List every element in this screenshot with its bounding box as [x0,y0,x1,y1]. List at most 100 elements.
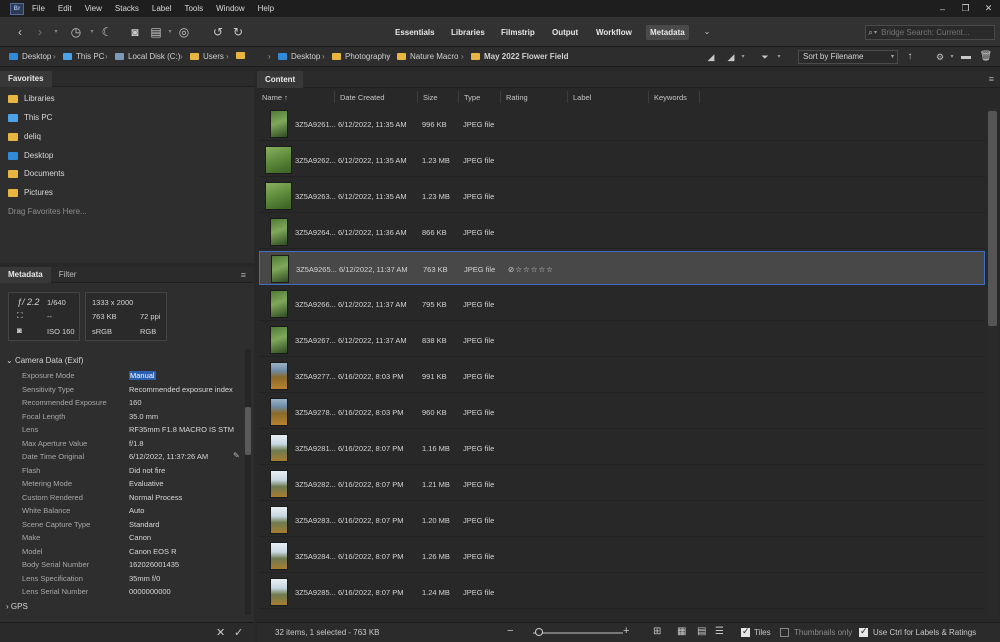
forward-icon[interactable]: › [32,25,48,39]
cancel-icon[interactable]: ✕ [216,626,225,639]
file-thumbnail[interactable] [269,398,288,426]
tab-favorites[interactable]: Favorites [0,70,52,87]
tiles-checkbox[interactable] [741,626,750,637]
thumbnails-only-checkbox[interactable] [780,628,789,637]
metadata-value[interactable]: Standard [129,520,159,529]
metadata-scrollbar-track[interactable] [245,349,251,615]
crumb-hidden-folder[interactable] [236,52,249,59]
file-thumbnail[interactable] [269,362,288,390]
list-thumb-view-icon[interactable]: ▤ [697,626,706,637]
panel-menu-icon[interactable]: ≡ [989,74,994,84]
file-thumbnail[interactable] [269,578,288,606]
minimize-button[interactable]: – [931,0,954,17]
col-size[interactable]: Size [423,93,438,102]
file-thumbnail[interactable] [269,218,288,246]
file-row[interactable]: 3Z5A9281... 6/16/2022, 8:07 PM 1.16 MB JPEG… [259,431,985,465]
file-row[interactable]: 3Z5A9265... 6/12/2022, 11:37 AM 763 KB JPEG… [259,251,985,285]
favorite-libraries[interactable]: Libraries [8,94,55,103]
metadata-value[interactable]: Canon EOS R [129,547,177,556]
col-label[interactable]: Label [573,93,591,102]
file-thumbnail[interactable] [265,182,292,210]
menu-window[interactable]: Window [216,4,244,13]
tab-metadata[interactable]: Metadata [0,266,51,283]
history-dropdown-icon[interactable]: ▾ [84,25,100,39]
crumb-desktop-left[interactable]: Desktop [9,52,51,61]
favorite-deliq[interactable]: deliq [8,132,41,141]
filter-dropdown-icon[interactable]: ▾ [771,50,787,64]
trash-icon[interactable]: 🗑 [978,50,994,64]
metadata-value[interactable]: Canon [129,533,151,542]
file-thumbnail[interactable] [269,326,288,354]
new-folder-icon[interactable]: ▬ [958,50,974,64]
file-row[interactable]: 3Z5A9278... 6/16/2022, 8:03 PM 960 KB JPEG … [259,395,985,429]
crumb-photography[interactable]: Photography [332,52,390,61]
workspace-libraries[interactable]: Libraries [447,25,489,40]
camera-download-icon[interactable]: ◙ [127,25,143,39]
rotate-left-icon[interactable]: ↺ [210,25,226,39]
section-gps[interactable]: › GPS [6,602,28,611]
workspace-more-chevron-icon[interactable]: ⌄ [699,25,715,39]
apply-icon[interactable]: ✓ [234,626,243,639]
metadata-value[interactable]: 162026001435 [129,560,179,569]
favorite-desktop[interactable]: Desktop [8,151,53,160]
file-thumbnail[interactable] [269,542,288,570]
file-thumbnail[interactable] [265,146,292,174]
sort-ascending-icon[interactable]: ↑ [902,50,918,64]
grid-view-icon[interactable]: ⊞ [653,626,661,637]
search-dropdown-icon[interactable]: ▾ [874,29,877,36]
sort-select[interactable]: Sort by Filename ▾ [798,50,898,64]
metadata-value[interactable]: Did not fire [129,466,165,475]
file-row[interactable]: 3Z5A9261... 6/12/2022, 11:35 AM 996 KB JPEG… [259,107,985,141]
metadata-value[interactable]: 0000000000 [129,587,171,596]
menu-help[interactable]: Help [258,4,274,13]
section-camera-data[interactable]: ⌄ Camera Data (Exif) [6,356,83,365]
zoom-out-icon[interactable]: − [507,625,513,637]
forward-dropdown-icon[interactable]: ▾ [48,25,64,39]
metadata-value[interactable]: Evaluative [129,479,164,488]
file-row[interactable]: 3Z5A9266... 6/12/2022, 11:37 AM 795 KB JPEG… [259,287,985,321]
return-to-photoshop-icon[interactable]: ☾ [99,25,115,39]
file-row[interactable]: 3Z5A9263... 6/12/2022, 11:35 AM 1.23 MB JPE… [259,179,985,213]
file-thumbnail[interactable] [269,506,288,534]
col-date-created[interactable]: Date Created [340,93,385,102]
file-row[interactable]: 3Z5A9282... 6/16/2022, 8:07 PM 1.21 MB JPEG… [259,467,985,501]
col-keywords[interactable]: Keywords [654,93,687,102]
workspace-filmstrip[interactable]: Filmstrip [497,25,539,40]
list-view-icon[interactable]: ☰ [715,626,724,637]
column-divider[interactable] [567,91,568,103]
col-type[interactable]: Type [464,93,480,102]
quality-icon[interactable]: ◢ [703,50,719,64]
column-divider[interactable] [417,91,418,103]
metadata-value[interactable]: 35mm f/0 [129,574,160,583]
crumb-nature-macro[interactable]: Nature Macro [397,52,458,61]
crumb-current-folder[interactable]: May 2022 Flower Field [471,52,568,61]
favorite-this-pc[interactable]: This PC [8,113,52,122]
column-divider[interactable] [500,91,501,103]
metadata-value[interactable]: Recommended exposure index [129,385,233,394]
file-row[interactable]: 3Z5A9284... 6/16/2022, 8:07 PM 1.26 MB JPEG… [259,539,985,573]
menu-tools[interactable]: Tools [184,4,203,13]
workspace-essentials[interactable]: Essentials [391,25,439,40]
thumbnail-size-slider[interactable] [533,632,623,634]
column-divider[interactable] [699,91,700,103]
column-divider[interactable] [458,91,459,103]
file-row[interactable]: 3Z5A9277... 6/16/2022, 8:03 PM 991 KB JPEG … [259,359,985,393]
favorite-pictures[interactable]: Pictures [8,188,53,197]
metadata-value[interactable]: Auto [129,506,144,515]
tab-content[interactable]: Content [257,71,304,88]
crumb-desktop[interactable]: Desktop [278,52,320,61]
menu-view[interactable]: View [85,4,102,13]
search-input[interactable] [881,28,982,37]
favorite-documents[interactable]: Documents [8,169,64,178]
details-view-icon[interactable]: ▦ [677,626,686,637]
file-row[interactable]: 3Z5A9264... 6/12/2022, 11:36 AM 866 KB JPEG… [259,215,985,249]
crumb-this-pc[interactable]: This PC [63,52,104,61]
workspace-output[interactable]: Output [548,25,582,40]
recent-history-icon[interactable]: ◷ [68,25,84,39]
zoom-in-icon[interactable]: + [623,625,629,637]
back-icon[interactable]: ‹ [12,25,28,39]
file-thumbnail[interactable] [269,434,288,462]
metadata-value[interactable]: 35.0 mm [129,412,158,421]
rating-filter-dropdown-icon[interactable]: ▾ [735,50,751,64]
crumb-local-disk[interactable]: Local Disk (C:) [115,52,180,61]
